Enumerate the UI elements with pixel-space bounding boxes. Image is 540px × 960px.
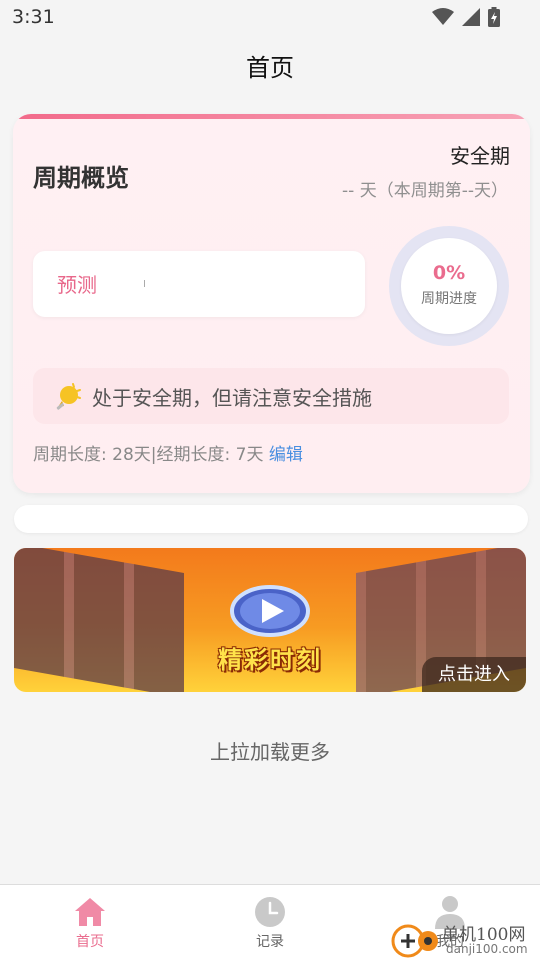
tab-home-label: 首页 bbox=[76, 934, 104, 950]
lightbulb-icon bbox=[56, 383, 81, 410]
status-icons bbox=[432, 7, 500, 27]
signal-icon bbox=[462, 8, 480, 26]
status-bar: 3:31 bbox=[0, 0, 540, 36]
period-length: 经期长度: 7天 bbox=[156, 445, 264, 465]
predict-indicator bbox=[144, 280, 145, 287]
tip-text: 处于安全期，但请注意安全措施 bbox=[92, 386, 372, 410]
phase-days: -- 天（本周期第--天） bbox=[342, 181, 508, 201]
cycle-length: 周期长度: 28天 bbox=[33, 445, 151, 465]
empty-content-pill bbox=[14, 505, 528, 533]
progress-value: 0% bbox=[432, 262, 466, 284]
phase-label: 安全期 bbox=[450, 144, 510, 168]
watermark-sub: danji100.com bbox=[446, 942, 528, 956]
home-icon bbox=[75, 898, 105, 926]
enter-button[interactable]: 点击进入 bbox=[422, 657, 526, 692]
cycle-overview-card: 周期概览 安全期 -- 天（本周期第--天） 预测 0% 周期进度 处于安全期，… bbox=[13, 114, 530, 493]
clock-icon bbox=[255, 897, 285, 927]
highlights-banner[interactable]: 精彩时刻 点击进入 bbox=[14, 548, 526, 692]
status-time: 3:31 bbox=[12, 6, 55, 28]
predict-label: 预测 bbox=[57, 273, 97, 297]
wifi-icon bbox=[432, 8, 454, 25]
app-header: 首页 bbox=[0, 36, 540, 100]
card-title: 周期概览 bbox=[33, 164, 129, 192]
progress-inner: 0% 周期进度 bbox=[401, 238, 497, 334]
progress-label: 周期进度 bbox=[421, 291, 477, 307]
card-accent-line bbox=[13, 114, 530, 119]
edit-link[interactable]: 编辑 bbox=[269, 445, 303, 465]
predict-box[interactable]: 预测 bbox=[33, 251, 365, 317]
watermark-logo-icon bbox=[391, 924, 438, 958]
tab-home[interactable]: 首页 bbox=[30, 895, 150, 951]
tab-record[interactable]: 记录 bbox=[210, 895, 330, 951]
cycle-progress-ring: 0% 周期进度 bbox=[389, 226, 509, 346]
battery-icon bbox=[488, 7, 500, 27]
cycle-info: 周期长度: 28天|经期长度: 7天 编辑 bbox=[33, 440, 303, 465]
load-more-text: 上拉加载更多 bbox=[210, 740, 330, 764]
page-title: 首页 bbox=[246, 54, 294, 82]
tip-box: 处于安全期，但请注意安全措施 bbox=[33, 368, 509, 424]
watermark: 单机100网 danji100.com bbox=[390, 918, 540, 960]
tab-record-label: 记录 bbox=[256, 934, 284, 950]
play-icon bbox=[230, 585, 310, 637]
